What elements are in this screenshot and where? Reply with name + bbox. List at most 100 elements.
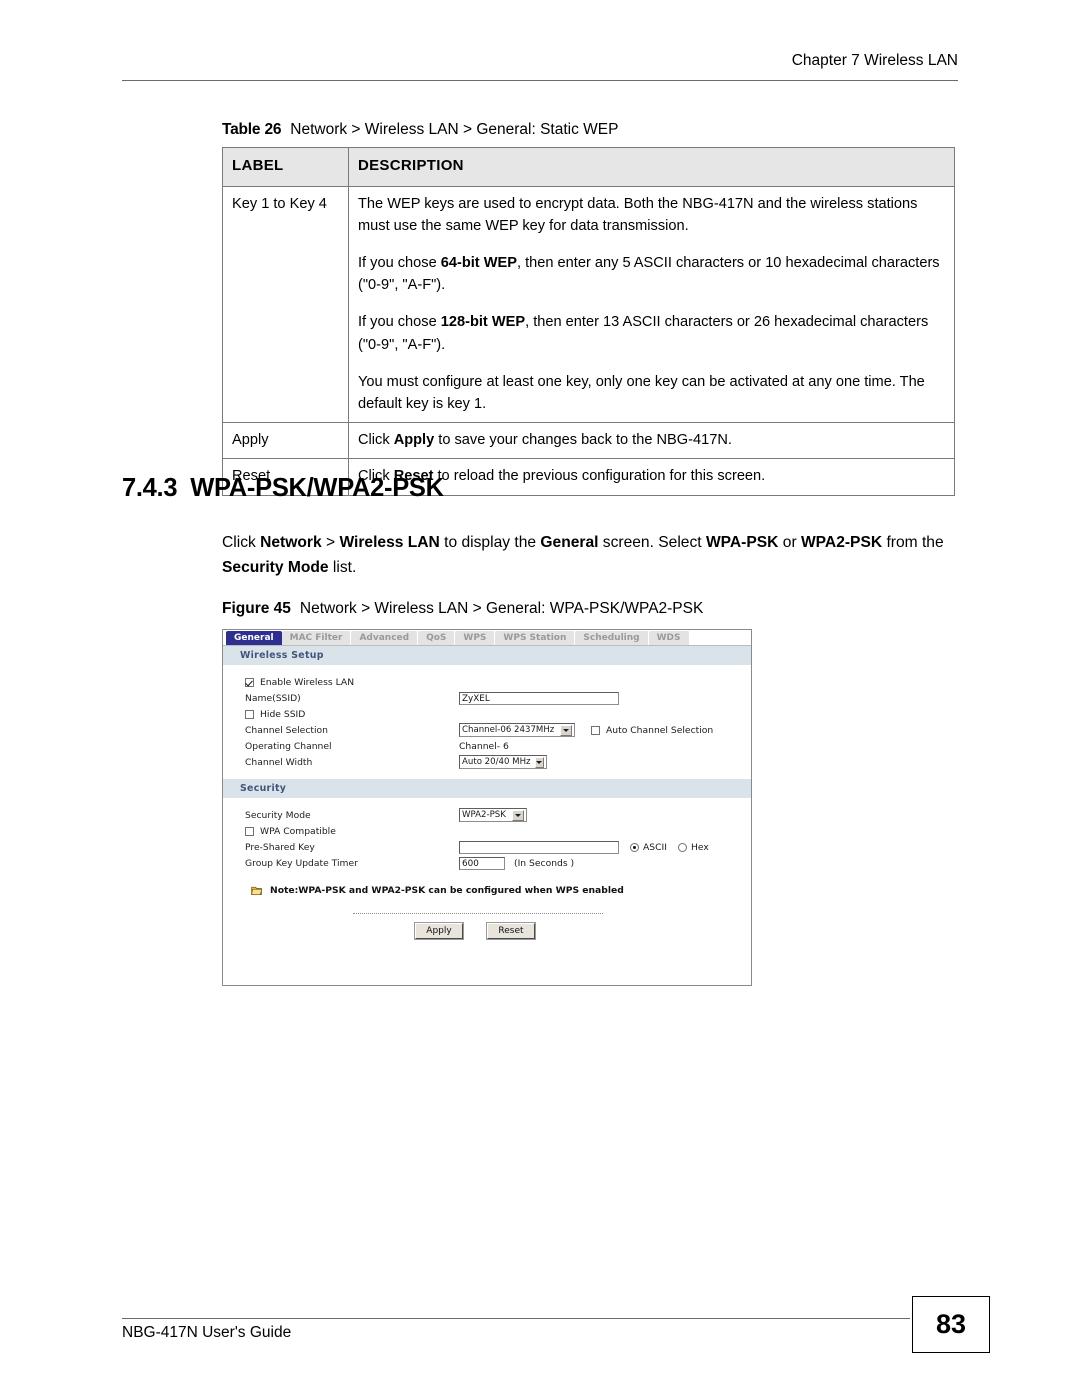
pre-shared-key-input[interactable] (459, 840, 619, 854)
operating-channel-row: Operating Channel Channel- 6 (223, 738, 751, 754)
note-icon (251, 886, 263, 895)
channel-width-selected: Auto 20/40 MHz (462, 756, 531, 767)
emphasis-security-mode: Security Mode (222, 559, 329, 577)
channel-selection-selected: Channel-06 2437MHz (462, 724, 555, 735)
section-header-wireless-setup: Wireless Setup (223, 646, 751, 665)
enable-wireless-lan-row: Enable Wireless LAN (223, 674, 751, 690)
security-form: Security Mode WPA2-PSK WPA Compatible Pr… (223, 798, 751, 951)
channel-width-row: Channel Width Auto 20/40 MHz (223, 754, 751, 770)
figure-caption: Figure 45 Network > Wireless LAN > Genera… (222, 600, 703, 618)
wpa-compatible-checkbox[interactable]: WPA Compatible (245, 826, 336, 837)
row-label: Key 1 to Key 4 (222, 185, 349, 424)
channel-width-value: Auto 20/40 MHz (459, 755, 547, 769)
tab-wps[interactable]: WPS (455, 631, 496, 646)
auto-channel-selection-checkbox[interactable]: Auto Channel Selection (591, 725, 713, 736)
tab-general[interactable]: General (226, 631, 282, 646)
wpa-compatible-label: WPA Compatible (260, 825, 336, 837)
radio-icon (677, 842, 687, 852)
security-mode-value: WPA2-PSK (459, 808, 527, 822)
footer-guide-title: NBG-417N User's Guide (122, 1324, 292, 1341)
ssid-row: Name(SSID) ZyXEL (223, 690, 751, 706)
emphasis-wpa2-psk: WPA2-PSK (800, 534, 883, 551)
section-paragraph: Click Network > Wireless LAN to display … (222, 530, 962, 581)
table-header-row: LABEL DESCRIPTION (222, 147, 955, 187)
auto-channel-selection-label: Auto Channel Selection (606, 724, 714, 736)
hex-label: Hex (690, 841, 709, 853)
description-paragraph: The WEP keys are used to encrypt data. B… (358, 195, 918, 234)
security-mode-row: Security Mode WPA2-PSK (223, 807, 751, 823)
chapter-label: Chapter 7 Wireless LAN (791, 52, 958, 69)
para-text: screen. Select (598, 534, 706, 551)
channel-width-dropdown[interactable]: Auto 20/40 MHz (459, 755, 547, 769)
para-text: > (321, 534, 340, 551)
emphasis-128bit-wep: 128-bit WEP (440, 314, 526, 331)
reset-button[interactable]: Reset (486, 922, 536, 940)
checkbox-icon (245, 826, 254, 836)
group-key-update-timer-input[interactable]: 600 (459, 856, 505, 870)
channel-selection-dropdown[interactable]: Channel-06 2437MHz (459, 723, 575, 737)
tab-scheduling[interactable]: Scheduling (575, 631, 649, 646)
ascii-radio[interactable]: ASCII (630, 842, 667, 853)
tab-mac-filter[interactable]: MAC Filter (281, 631, 352, 646)
ascii-label: ASCII (643, 841, 667, 853)
tab-wps-station[interactable]: WPS Station (495, 631, 576, 646)
chevron-down-icon (534, 756, 544, 768)
operating-channel-readout: Channel- 6 (459, 740, 509, 752)
radio-icon (630, 842, 639, 852)
page-number: 83 (935, 1309, 967, 1339)
tab-wds[interactable]: WDS (648, 631, 690, 646)
security-mode-dropdown[interactable]: WPA2-PSK (459, 808, 527, 822)
security-mode-label: Security Mode (245, 809, 311, 821)
security-mode-selected: WPA2-PSK (462, 809, 506, 820)
ssid-value: ZyXEL (459, 691, 619, 705)
wpa-compatible-row: WPA Compatible (223, 823, 751, 839)
description-paragraph: You must configure at least one key, onl… (358, 373, 925, 412)
checkbox-icon (591, 725, 600, 735)
button-row: Apply Reset (223, 922, 751, 951)
note-row: Note:WPA-PSK and WPA2-PSK can be configu… (223, 884, 751, 897)
hex-radio[interactable]: Hex (677, 841, 709, 853)
group-key-update-timer-value: 600 (In Seconds ) (459, 856, 575, 870)
para-text: list. (328, 559, 357, 577)
apply-button[interactable]: Apply (414, 922, 464, 940)
section-title: WPA-PSK/WPA2-PSK (190, 474, 444, 502)
column-header-label: LABEL (222, 147, 349, 187)
section-heading: 7.4.3 WPA-PSK/WPA2-PSK (122, 474, 444, 503)
ssid-label: Name(SSID) (245, 692, 301, 704)
ui-body: Wireless Setup Enable Wireless LAN Name(… (223, 646, 751, 951)
figure-caption-label: Figure 45 (222, 600, 291, 617)
note-text: Note:WPA-PSK and WPA2-PSK can be configu… (270, 885, 624, 896)
tab-qos[interactable]: QoS (418, 631, 456, 646)
enable-wireless-lan-label: Enable Wireless LAN (260, 676, 355, 688)
emphasis-apply: Apply (393, 432, 435, 449)
footer-rule (122, 1318, 910, 1319)
enable-wireless-lan-checkbox[interactable]: Enable Wireless LAN (245, 677, 354, 688)
emphasis-general: General (540, 534, 599, 551)
hide-ssid-label: Hide SSID (260, 708, 306, 720)
checkbox-icon (245, 709, 254, 719)
channel-selection-row: Channel Selection Channel-06 2437MHz Aut… (223, 722, 751, 738)
table-caption-label: Table 26 (222, 121, 282, 138)
wireless-setup-form: Enable Wireless LAN Name(SSID) ZyXEL Hid… (223, 665, 751, 779)
tab-advanced[interactable]: Advanced (351, 631, 419, 646)
ssid-input[interactable]: ZyXEL (459, 691, 619, 705)
group-key-update-timer-label: Group Key Update Timer (245, 857, 358, 869)
emphasis-network: Network (260, 534, 322, 551)
description-paragraph: If you chose 64-bit WEP, then enter any … (358, 255, 940, 294)
tab-bar: General MAC Filter Advanced QoS WPS WPS … (223, 630, 751, 646)
header-rule (122, 80, 958, 81)
table-caption-text: Network > Wireless LAN > General: Static… (290, 121, 619, 138)
para-text: to display the (439, 534, 541, 551)
emphasis-64bit-wep: 64-bit WEP (440, 255, 517, 272)
static-wep-table: LABEL DESCRIPTION Key 1 to Key 4 The WEP… (222, 147, 955, 496)
chevron-down-icon (560, 724, 572, 736)
table-row: Apply Click Apply to save your changes b… (222, 422, 955, 460)
hide-ssid-checkbox[interactable]: Hide SSID (245, 709, 305, 720)
hide-ssid-row: Hide SSID (223, 706, 751, 722)
column-header-description: DESCRIPTION (348, 147, 955, 187)
table-row: Key 1 to Key 4 The WEP keys are used to … (222, 185, 955, 424)
para-text: or (778, 534, 801, 551)
emphasis-wireless-lan: Wireless LAN (339, 534, 440, 551)
channel-width-label: Channel Width (245, 756, 313, 768)
group-key-update-timer-suffix: (In Seconds ) (514, 857, 575, 869)
